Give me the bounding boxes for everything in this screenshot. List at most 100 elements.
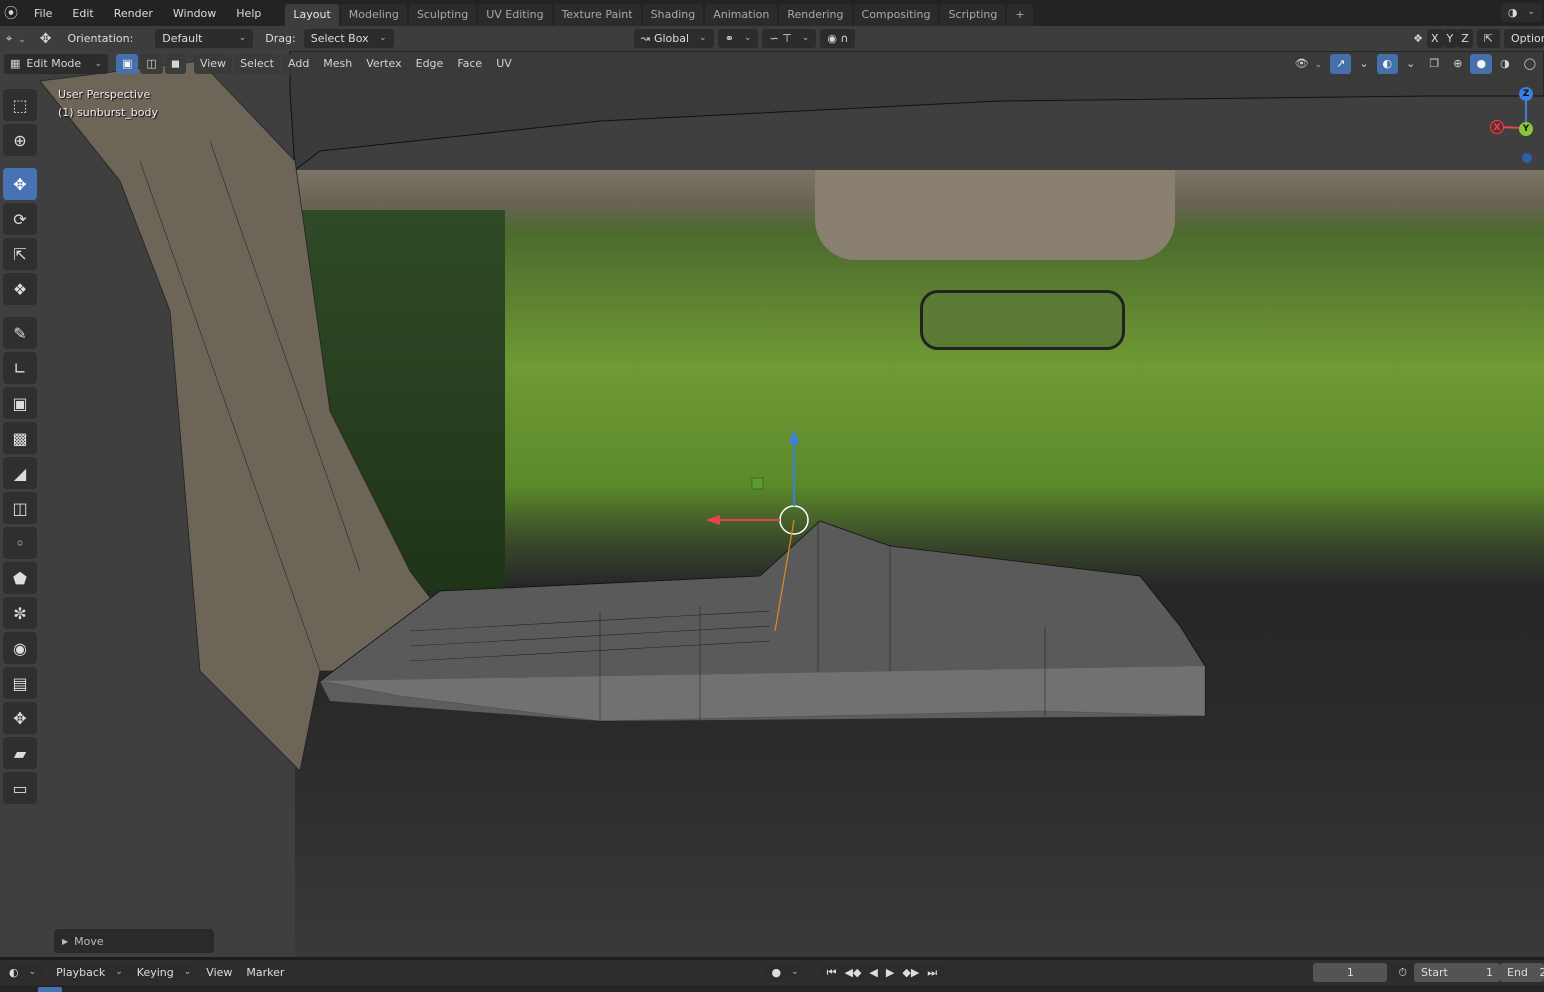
end-frame-field[interactable]: End 250	[1500, 963, 1544, 982]
menu-add[interactable]: Add	[282, 54, 316, 74]
shading-wireframe[interactable]: ⊕	[1447, 54, 1469, 74]
pivot-point-dropdown[interactable]: ⚭ ⌄	[717, 29, 759, 48]
mirror-z-toggle[interactable]: Z	[1457, 29, 1473, 48]
extrude-tool-icon[interactable]: ▣	[3, 387, 37, 419]
edge-slide-tool-icon[interactable]: ▤	[3, 667, 37, 699]
tab-animation[interactable]: Animation	[705, 4, 778, 26]
shading-solid[interactable]: ●	[1470, 54, 1493, 74]
edge-select-mode[interactable]: ◫	[140, 54, 163, 74]
tab-rendering[interactable]: Rendering	[779, 4, 852, 26]
menu-window[interactable]: Window	[163, 7, 226, 20]
tab-layout[interactable]: Layout	[285, 4, 339, 26]
scale-tool-icon[interactable]: ⇱	[3, 238, 37, 270]
knife-tool-icon[interactable]: ◦	[3, 527, 37, 559]
annotate-tool-icon[interactable]: ✎	[3, 317, 37, 349]
scene-selector-button[interactable]: ◑ ⌄	[1500, 3, 1542, 22]
playhead[interactable]	[38, 987, 62, 992]
move-tool-icon[interactable]: ✥	[3, 168, 37, 200]
drag-dropdown[interactable]: Select Box ⌄	[303, 29, 394, 48]
shading-rendered[interactable]: ◯	[1517, 54, 1542, 74]
loop-cut-tool-icon[interactable]: ◫	[3, 492, 37, 524]
face-select-mode[interactable]: ◼	[164, 54, 186, 74]
tab-compositing[interactable]: Compositing	[853, 4, 939, 26]
mirror-y-toggle[interactable]: Y	[1442, 29, 1458, 48]
editor-type-dropdown[interactable]: ▦ Edit Mode ⌄	[4, 54, 108, 74]
tab-sculpting[interactable]: Sculpting	[408, 4, 477, 26]
proportional-edit-toggle[interactable]: ◉ ∩	[820, 29, 856, 48]
poly-build-tool-icon[interactable]: ⬟	[3, 562, 37, 594]
select-box-tool-icon[interactable]: ⬚	[3, 89, 37, 121]
auto-keying-toggle[interactable]: ● ⌄	[764, 963, 806, 982]
start-value: 1	[1486, 966, 1493, 979]
orientation-value: Default	[162, 32, 203, 45]
gizmo-y-axis[interactable]: Y	[1519, 122, 1533, 136]
orientation-dropdown[interactable]: Default ⌄	[155, 29, 254, 48]
rip-tool-icon[interactable]: ▭	[3, 772, 37, 804]
mesh-wireframe	[39, 51, 1544, 772]
tab-uv-editing[interactable]: UV Editing	[478, 4, 552, 26]
menu-edge[interactable]: Edge	[409, 54, 450, 74]
current-frame-field[interactable]: 1	[1313, 963, 1388, 982]
preview-range-toggle[interactable]: ⏱	[1391, 963, 1414, 982]
tab-modeling[interactable]: Modeling	[340, 4, 407, 26]
move-tool-icon: ✥	[39, 30, 52, 47]
transform-orientation-dropdown[interactable]: ↝ Global ⌄	[633, 29, 714, 48]
menu-view[interactable]: View	[193, 54, 233, 74]
menu-view-timeline[interactable]: View	[198, 966, 240, 979]
overlay-dropdown[interactable]: ⌄	[1400, 54, 1422, 74]
start-frame-field[interactable]: Start 1	[1414, 963, 1500, 982]
jump-start-icon: ⏮	[826, 966, 837, 979]
viewport-info: User Perspective (1) sunburst_body	[58, 86, 158, 122]
shading-material[interactable]: ◑	[1494, 54, 1516, 74]
menu-vertex[interactable]: Vertex	[360, 54, 408, 74]
rotate-tool-icon[interactable]: ⟳	[3, 203, 37, 235]
current-frame-value: 1	[1346, 966, 1354, 979]
menu-edit[interactable]: Edit	[62, 7, 103, 20]
menu-playback[interactable]: Playback ⌄	[49, 963, 130, 982]
menu-render[interactable]: Render	[104, 7, 163, 20]
spin-tool-icon[interactable]: ✼	[3, 597, 37, 629]
timeline-editor-type[interactable]: ◐ ⌄	[2, 963, 44, 982]
shrink-fatten-tool-icon[interactable]: ✥	[3, 702, 37, 734]
cursor-tool-icon[interactable]: ⊕	[3, 124, 37, 156]
gizmo-dropdown[interactable]: ⌄	[1353, 54, 1375, 74]
gizmo-toggle[interactable]: ↗	[1330, 54, 1352, 74]
menu-uv[interactable]: UV	[490, 54, 518, 74]
add-workspace-button[interactable]: +	[1007, 4, 1033, 26]
visibility-dropdown[interactable]: 👁 ⌄	[1288, 54, 1329, 74]
3d-viewport[interactable]: User Perspective (1) sunburst_body Z X Y…	[0, 51, 1544, 957]
workspace-tabs: Layout Modeling Sculpting UV Editing Tex…	[285, 0, 1034, 26]
transform-tool-icon[interactable]: ❖	[3, 273, 37, 305]
gizmo-x-axis[interactable]: X	[1490, 120, 1504, 134]
playback-controls[interactable]: ⏮ ◀◆ ◀ ▶ ◆▶ ⏭	[819, 963, 945, 982]
snap-toggle[interactable]: ∽ ⊤ ⌄	[762, 29, 817, 48]
menu-marker[interactable]: Marker	[240, 966, 290, 979]
menu-mesh[interactable]: Mesh	[317, 54, 359, 74]
tab-texture-paint[interactable]: Texture Paint	[553, 4, 641, 26]
navigation-gizmo[interactable]: Z X Y	[1488, 83, 1538, 163]
auto-merge-toggle[interactable]: ⇱	[1476, 29, 1500, 48]
last-operator-panel[interactable]: ▶ Move	[54, 929, 214, 953]
menu-face[interactable]: Face	[451, 54, 489, 74]
overlay-toggle[interactable]: ◐	[1376, 54, 1399, 74]
menu-file[interactable]: File	[24, 7, 62, 20]
bevel-tool-icon[interactable]: ◢	[3, 457, 37, 489]
tab-shading[interactable]: Shading	[642, 4, 704, 26]
options-dropdown[interactable]: Options	[1504, 29, 1544, 48]
smooth-tool-icon[interactable]: ◉	[3, 632, 37, 664]
mirror-x-toggle[interactable]: X	[1426, 29, 1443, 48]
menu-select[interactable]: Select	[234, 54, 280, 74]
menu-help[interactable]: Help	[226, 7, 271, 20]
tab-scripting[interactable]: Scripting	[940, 4, 1006, 26]
blender-logo-icon[interactable]: ⦿	[0, 3, 24, 23]
menu-keying[interactable]: Keying ⌄	[129, 963, 199, 982]
gizmo-neg-z-axis[interactable]	[1522, 153, 1532, 163]
inset-tool-icon[interactable]: ▩	[3, 422, 37, 454]
shear-tool-icon[interactable]: ▰	[3, 737, 37, 769]
timeline-area[interactable]	[0, 985, 1544, 992]
xray-toggle[interactable]: ❐	[1423, 54, 1446, 74]
vertex-select-mode[interactable]: ▣	[116, 54, 139, 74]
measure-tool-icon[interactable]: ∟	[3, 352, 37, 384]
tool-settings-icon[interactable]: ⌖ ⌄	[0, 32, 32, 46]
gizmo-z-axis[interactable]: Z	[1519, 87, 1533, 101]
